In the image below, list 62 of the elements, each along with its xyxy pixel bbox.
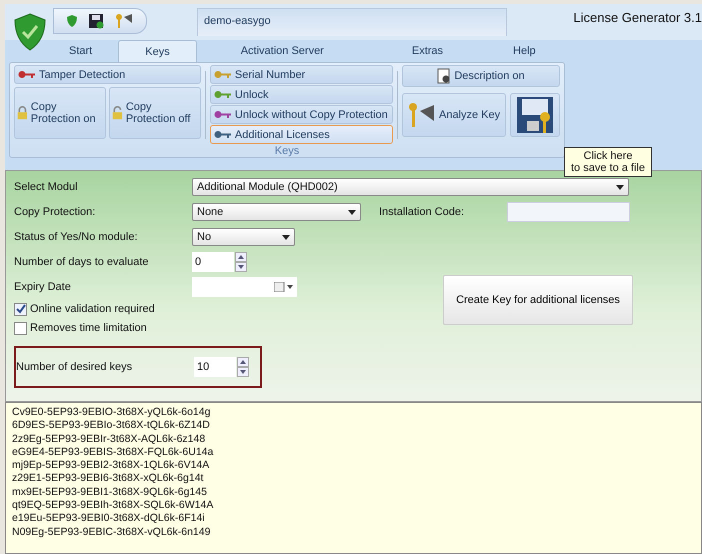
- ribbon-tab[interactable]: Help: [487, 40, 562, 62]
- field-label: Number of days to evaluate: [14, 256, 150, 268]
- license-key: mx9Et-5EP93-9EBI1-3t68X-9QL6k-6g145: [12, 486, 695, 500]
- checkbox[interactable]: [14, 322, 27, 334]
- dropdown-arrow-icon: [282, 234, 290, 240]
- shield-icon: [13, 12, 47, 52]
- window-title: License Generator 3.1: [573, 10, 702, 25]
- checkbox[interactable]: [14, 302, 27, 316]
- days-field[interactable]: 0: [192, 252, 234, 272]
- license-key: e19Eu-5EP93-9EBI0-3t68X-dQL6k-6F14i: [12, 512, 695, 526]
- ribbon-tab[interactable]: Start: [43, 40, 118, 62]
- copy-protection-dropdown[interactable]: None: [192, 203, 361, 221]
- license-key: 6D9ES-5EP93-9EBIo-3t68X-tQL6k-6Z14D: [12, 419, 695, 433]
- shield-icon[interactable]: [66, 14, 78, 28]
- tooltip: Click here to save to a file: [564, 147, 652, 177]
- document-name: demo-easygo: [197, 8, 507, 36]
- license-key: 2z9Eg-5EP93-9EBIr-3t68X-AQL6k-6z148: [12, 432, 695, 446]
- copy-protection-button[interactable]: Copy Protection on: [14, 87, 106, 139]
- license-key: N09Eg-5EP93-9EBIC-3t68X-vQL6k-6n149: [12, 526, 695, 539]
- create-key-button[interactable]: Create Key for additional licenses: [443, 275, 633, 325]
- field-label: Installation Code:: [379, 206, 465, 218]
- key-flashlight-icon[interactable]: [114, 13, 134, 29]
- key-icon: [18, 70, 36, 79]
- ribbon-tab[interactable]: Extras: [368, 40, 488, 62]
- padlock-icon: [17, 104, 28, 122]
- installation-code-field[interactable]: [507, 202, 630, 222]
- analyze-key-button[interactable]: Analyze Key: [402, 93, 506, 137]
- calendar-icon: [274, 282, 294, 292]
- open-padlock-icon: [112, 104, 123, 122]
- key-type-button[interactable]: Additional Licenses: [210, 125, 394, 144]
- license-key: eG9E4-5EP93-9EBIS-3t68X-FQL6k-6U14a: [12, 446, 695, 460]
- module-dropdown[interactable]: Additional Module (QHD002): [192, 178, 629, 196]
- license-key: z29E1-5EP93-9EBI6-3t68X-xQL6k-6g14t: [12, 472, 695, 486]
- key-type-button[interactable]: Serial Number: [210, 65, 394, 84]
- floppy-key-icon: [514, 95, 555, 135]
- group-label: Keys: [274, 145, 300, 157]
- license-key: Cv9E0-5EP93-9EBIO-3t68X-yQL6k-6o14g: [12, 406, 695, 420]
- field-label: Copy Protection:: [14, 206, 96, 218]
- desired-keys-field[interactable]: 10: [194, 357, 236, 377]
- spin-buttons[interactable]: [235, 252, 247, 272]
- copy-protection-button[interactable]: Copy Protection off: [108, 87, 201, 139]
- spin-buttons[interactable]: [237, 357, 249, 377]
- key-type-button[interactable]: Unlock: [210, 85, 394, 104]
- ribbon-tab[interactable]: Keys: [118, 40, 197, 62]
- ribbon-tab[interactable]: Activation Server: [196, 40, 368, 62]
- save-icon[interactable]: [88, 13, 104, 29]
- license-key: mj9Ep-5EP93-9EBI2-3t68X-1QL6k-6V14A: [12, 459, 695, 472]
- field-label: Select Modul: [14, 181, 79, 193]
- field-label: Status of Yes/No module:: [14, 231, 139, 243]
- description-button[interactable]: Description on: [402, 65, 560, 87]
- dropdown-arrow-icon: [348, 210, 356, 214]
- dropdown-arrow-icon: [616, 184, 624, 190]
- document-icon: [437, 68, 452, 84]
- checkbox-label: Removes time limitation: [30, 322, 147, 334]
- key-type-button[interactable]: Unlock without Copy Protection: [210, 105, 394, 124]
- license-key: qt9EQ-5EP93-9EBIh-3t68X-SQL6k-6W14A: [12, 499, 695, 512]
- field-label: Number of desired keys: [16, 361, 134, 373]
- save-to-file-button[interactable]: [510, 93, 560, 137]
- checkbox-label: Online validation required: [30, 303, 155, 315]
- status-dropdown[interactable]: No: [192, 228, 295, 246]
- field-label: Expiry Date: [14, 281, 72, 293]
- tamper-detection-button[interactable]: Tamper Detection: [14, 65, 201, 84]
